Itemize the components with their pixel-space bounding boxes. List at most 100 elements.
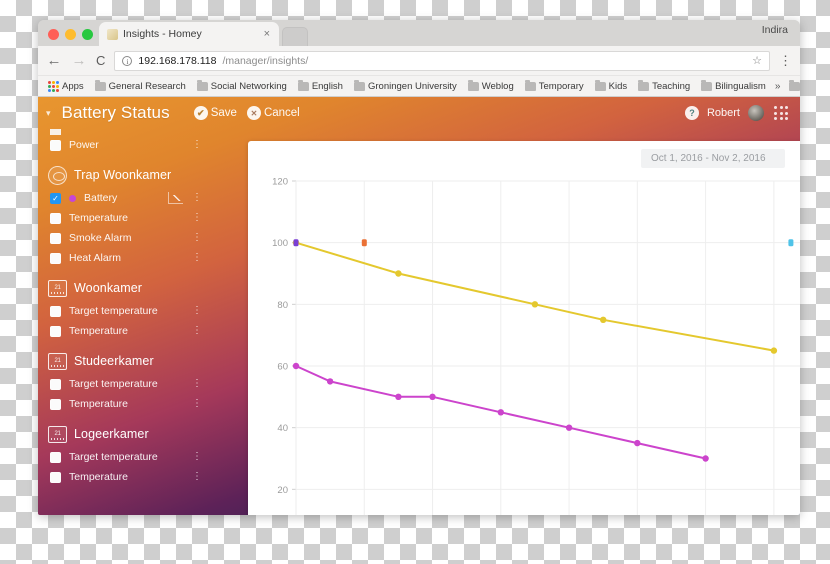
list-item[interactable]: Temperature ⋮ — [48, 321, 202, 341]
bookmark-item[interactable]: Social Networking — [193, 79, 291, 93]
device-sidebar[interactable]: Power ⋮ Trap Woonkamer ✓ Battery ⋮ Tempe… — [38, 129, 210, 515]
row-menu-icon[interactable]: ⋮ — [192, 471, 202, 481]
chart-menu-icon[interactable]: ⋮ — [791, 151, 800, 164]
row-menu-icon[interactable]: ⋮ — [192, 139, 202, 149]
check-icon: ✔ — [193, 106, 208, 120]
browser-menu-icon[interactable]: ⋮ — [779, 54, 792, 67]
browser-tab[interactable]: Insights - Homey × — [99, 22, 279, 46]
address-bar[interactable]: i 192.168.178.118 /manager/insights/ ☆ — [114, 50, 770, 71]
toolbar-right-group: ? Robert — [684, 105, 788, 121]
row-menu-icon[interactable]: ⋮ — [192, 252, 202, 262]
checkbox[interactable] — [50, 232, 61, 244]
y-tick-label: 100 — [272, 238, 288, 249]
row-menu-icon[interactable]: ⋮ — [192, 398, 202, 408]
cancel-button[interactable]: ✕ Cancel — [246, 106, 300, 120]
checkbox[interactable] — [50, 252, 61, 264]
bookmark-label: General Research — [108, 80, 186, 92]
save-button[interactable]: ✔ Save — [193, 106, 237, 120]
checkbox[interactable] — [50, 212, 61, 224]
row-menu-icon[interactable]: ⋮ — [192, 212, 202, 222]
checkbox[interactable] — [50, 305, 61, 317]
checkbox[interactable] — [50, 129, 61, 135]
thermostat-icon-value: 21 — [54, 285, 61, 291]
series-point-magenta-series — [565, 424, 573, 431]
bookmark-apps[interactable]: Apps — [44, 80, 88, 93]
checkbox[interactable] — [50, 398, 61, 410]
date-range-selector[interactable]: Oct 1, 2016 - Nov 2, 2016 — [641, 148, 785, 168]
list-item[interactable]: Heat Alarm ⋮ — [48, 248, 202, 268]
bookmark-item[interactable]: Weblog — [464, 79, 518, 93]
list-item[interactable]: Power ⋮ — [48, 135, 202, 155]
list-item-battery[interactable]: ✓ Battery ⋮ — [48, 188, 202, 208]
site-info-icon[interactable]: i — [122, 55, 133, 66]
close-tab-icon[interactable]: × — [261, 28, 273, 40]
row-menu-icon[interactable]: ⋮ — [192, 192, 202, 202]
row-menu-icon[interactable]: ⋮ — [192, 305, 202, 315]
checkbox[interactable] — [50, 451, 61, 463]
mini-chart-icon[interactable] — [168, 192, 183, 204]
bookmark-star-icon[interactable]: ☆ — [752, 54, 762, 67]
new-tab-button[interactable] — [282, 27, 308, 46]
forward-icon: → — [71, 52, 87, 69]
bookmark-item[interactable]: English — [294, 79, 347, 93]
thermostat-icon: 21 — [48, 352, 67, 370]
checkbox[interactable] — [50, 378, 61, 390]
close-window-button[interactable] — [48, 29, 59, 40]
y-tick-label: 80 — [277, 300, 288, 311]
group-header-woonkamer[interactable]: 21 Woonkamer — [48, 275, 202, 301]
minimize-window-button[interactable] — [65, 29, 76, 40]
profile-name-label[interactable]: Indira — [762, 24, 788, 36]
bookmark-other-bookmarks[interactable]: Other Bookmarks — [785, 79, 800, 93]
bookmark-item[interactable]: Teaching — [634, 79, 694, 93]
maximize-window-button[interactable] — [82, 29, 93, 40]
list-item[interactable]: Target temperature ⋮ — [48, 447, 202, 467]
row-menu-icon[interactable]: ⋮ — [192, 451, 202, 461]
group-header-logeerkamer[interactable]: 21 Logeerkamer — [48, 421, 202, 447]
list-item[interactable]: Temperature ⋮ — [48, 208, 202, 228]
apps-menu-icon[interactable] — [774, 106, 788, 120]
series-point-magenta-series — [429, 393, 436, 400]
avatar[interactable] — [748, 105, 764, 121]
chart-card-header: Oct 1, 2016 - Nov 2, 2016 ⋮ — [248, 141, 800, 175]
list-item[interactable]: Temperature ⋮ — [48, 394, 202, 414]
bookmark-item[interactable]: General Research — [91, 79, 190, 93]
list-item[interactable]: Smoke Alarm ⋮ — [48, 228, 202, 248]
checkbox-checked[interactable]: ✓ — [50, 192, 61, 204]
bookmark-label: Social Networking — [210, 80, 287, 92]
browser-window: Insights - Homey × Indira ← → C i 192.16… — [38, 20, 800, 515]
series-point-yellow-series — [770, 347, 778, 354]
bookmarks-bar: Apps General Research Social Networking … — [38, 76, 800, 97]
help-icon[interactable]: ? — [684, 106, 699, 120]
line-chart: 020406080100120Oct 03 2016Oct 07 2016Oct… — [248, 171, 800, 515]
list-item[interactable]: Temperature ⋮ — [48, 467, 202, 487]
checkbox[interactable] — [50, 139, 61, 151]
group-header-studeerkamer[interactable]: 21 Studeerkamer — [48, 348, 202, 374]
row-menu-icon[interactable]: ⋮ — [192, 232, 202, 242]
bookmark-item[interactable]: Kids — [591, 79, 631, 93]
tab-favicon — [107, 28, 118, 40]
folder-icon — [524, 79, 536, 91]
bookmark-item[interactable]: Temporary — [521, 79, 588, 93]
row-menu-icon[interactable]: ⋮ — [192, 325, 202, 335]
folder-icon — [789, 79, 800, 91]
checkbox[interactable] — [50, 325, 61, 337]
group-label: Studeerkamer — [74, 354, 154, 368]
row-menu-icon[interactable]: ⋮ — [192, 378, 202, 388]
bookmark-item[interactable]: Bilingualism — [697, 79, 770, 93]
back-icon[interactable]: ← — [46, 53, 62, 68]
reload-icon[interactable]: C — [96, 53, 105, 68]
chevron-down-icon[interactable]: ▾ — [46, 108, 51, 119]
list-item-label: Temperature — [69, 398, 128, 410]
bookmarks-overflow-icon[interactable]: » — [773, 81, 783, 92]
thermostat-icon-value: 21 — [54, 431, 61, 437]
list-item[interactable]: Target temperature ⋮ — [48, 301, 202, 321]
checkbox[interactable] — [50, 471, 61, 483]
bookmark-item[interactable]: Groningen University — [350, 79, 461, 93]
folder-icon — [297, 79, 309, 91]
group-header-trap-woonkamer[interactable]: Trap Woonkamer — [48, 162, 202, 188]
series-point-yellow-series — [395, 270, 402, 277]
bookmark-label: English — [311, 80, 343, 92]
thermostat-icon: 21 — [48, 425, 67, 443]
list-item[interactable]: Target temperature ⋮ — [48, 374, 202, 394]
user-name-label[interactable]: Robert — [707, 107, 740, 119]
